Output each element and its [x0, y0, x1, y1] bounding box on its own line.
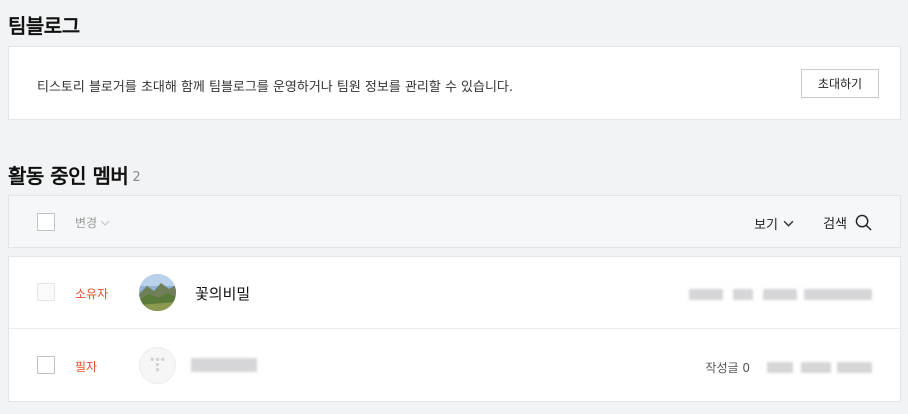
redacted-info	[804, 289, 872, 300]
avatar[interactable]	[139, 347, 176, 384]
chevron-down-icon	[783, 220, 794, 227]
invite-panel: 티스토리 블로거를 초대해 함께 팀블로그를 운영하거나 팀원 정보를 관리할 …	[8, 46, 901, 120]
select-all-checkbox[interactable]	[37, 213, 55, 231]
redacted-info	[763, 289, 797, 300]
redacted-info	[689, 289, 723, 300]
member-name[interactable]: 꽃의비밀	[195, 283, 250, 304]
avatar[interactable]	[139, 274, 176, 311]
member-role: 필자	[75, 360, 98, 374]
member-list: 소유자 꽃의비밀 필자 작성글 0	[8, 256, 901, 402]
tistory-default-avatar-icon	[150, 357, 165, 372]
view-dropdown[interactable]: 보기	[754, 214, 794, 233]
post-count: 작성글 0	[705, 361, 750, 375]
search-label: 검색	[823, 217, 847, 232]
view-label: 보기	[754, 218, 778, 233]
active-members-label: 활동 중인 멤버	[8, 164, 129, 188]
invite-description: 티스토리 블로거를 초대해 함께 팀블로그를 운영하거나 팀원 정보를 관리할 …	[37, 80, 514, 95]
redacted-info	[801, 362, 831, 373]
redacted-info	[733, 289, 753, 300]
member-toolbar: 변경 보기 검색	[8, 195, 901, 248]
change-dropdown[interactable]: 변경	[75, 214, 110, 231]
member-row: 소유자 꽃의비밀	[9, 257, 900, 329]
search-button[interactable]: 검색	[823, 213, 872, 232]
member-checkbox	[37, 283, 55, 301]
member-checkbox[interactable]	[37, 356, 55, 374]
member-role: 소유자	[75, 287, 109, 301]
active-members-title: 활동 중인 멤버 2	[8, 160, 141, 189]
change-label: 변경	[75, 216, 98, 230]
chevron-down-icon	[100, 220, 110, 226]
member-count: 2	[132, 170, 141, 185]
search-icon	[855, 214, 872, 231]
team-blog-title: 팀블로그	[8, 14, 80, 38]
redacted-info	[767, 362, 793, 373]
member-row: 필자 작성글 0	[9, 330, 900, 402]
redacted-name	[191, 358, 257, 372]
invite-button[interactable]: 초대하기	[801, 69, 879, 98]
landscape-avatar-image	[139, 274, 176, 311]
redacted-info	[837, 362, 872, 373]
